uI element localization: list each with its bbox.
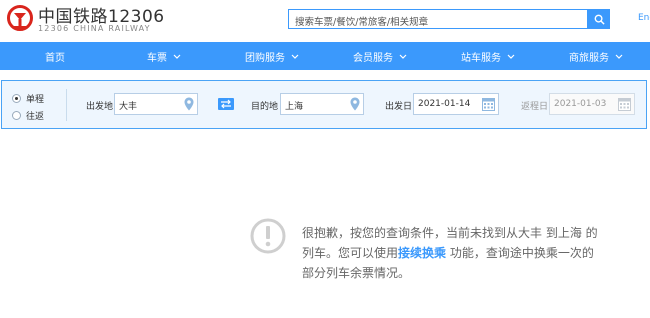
return-date-value: 2021-01-03	[554, 99, 607, 109]
depart-date-field[interactable]: 2021-01-14	[413, 93, 499, 115]
depart-date-value: 2021-01-14	[418, 99, 471, 109]
nav-item-member[interactable]: 会员服务	[326, 42, 434, 70]
radio-oneway[interactable]	[12, 93, 21, 103]
railway-logo-icon[interactable]	[6, 4, 34, 32]
to-label: 目的地	[251, 102, 279, 112]
brand-subtitle: 12306 CHINA RAILWAY	[38, 24, 151, 33]
radio-roundtrip[interactable]	[12, 110, 21, 120]
nav-label: 首页	[45, 52, 65, 64]
to-station-value: 上海	[285, 102, 304, 112]
return-date-field[interactable]: 2021-01-03	[549, 93, 635, 115]
site-search-input[interactable]	[289, 13, 587, 32]
header: 中国铁路12306 12306 CHINA RAILWAY Eng	[0, 0, 650, 42]
transfer-link[interactable]: 接续换乘	[398, 246, 446, 260]
trip-type-label: 单程	[26, 94, 45, 105]
calendar-icon	[482, 98, 495, 111]
trip-type-roundtrip[interactable]: 往返	[12, 108, 44, 122]
chevron-down-icon	[173, 54, 181, 59]
nav-label: 商旅服务	[569, 52, 609, 64]
trip-type-oneway[interactable]: 单程	[12, 91, 44, 105]
no-result-message: 很抱歉，按您的查询条件，当前未找到从大丰 到上海 的 列车。您可以使用接续换乘 …	[302, 223, 612, 283]
nav-label: 站车服务	[461, 52, 501, 64]
message-text: 列车。您可以使用	[302, 246, 399, 260]
message-line: 部分列车余票情况。	[302, 266, 411, 280]
chevron-down-icon	[507, 54, 515, 59]
page: 中国铁路12306 12306 CHINA RAILWAY Eng 首页 车票 …	[0, 0, 650, 318]
nav-item-tickets[interactable]: 车票	[110, 42, 218, 70]
to-station-field[interactable]: 上海	[280, 93, 364, 115]
return-date-label: 返程日	[521, 102, 549, 112]
divider	[66, 89, 67, 121]
from-station-value: 大丰	[119, 102, 138, 112]
nav-label: 会员服务	[353, 52, 393, 64]
search-button[interactable]	[588, 9, 610, 29]
warning-icon	[250, 218, 286, 254]
message-line: 很抱歉，按您的查询条件，当前未找到从大丰 到上海 的	[302, 226, 598, 240]
trip-type-group: 单程 往返	[12, 91, 44, 125]
calendar-icon	[618, 98, 631, 111]
message-text: 功能，查询途中换乘一次的	[446, 246, 594, 260]
depart-date-label: 出发日	[385, 102, 413, 112]
nav-label: 车票	[147, 52, 167, 64]
language-link[interactable]: Eng	[638, 13, 650, 23]
nav-item-home[interactable]: 首页	[0, 42, 110, 70]
from-label: 出发地	[86, 102, 114, 112]
nav-item-station[interactable]: 站车服务	[434, 42, 542, 70]
chevron-down-icon	[399, 54, 407, 59]
ticket-query-panel: 单程 往返 出发地 大丰 目的地 上海 出发日 2021-01-14 返程日 2…	[1, 80, 647, 129]
main-nav: 首页 车票 团购服务 会员服务 站车服务 商旅服务	[0, 42, 650, 70]
location-pin-icon	[350, 97, 360, 111]
site-search	[288, 9, 588, 32]
nav-item-group[interactable]: 团购服务	[218, 42, 326, 70]
swap-stations-icon[interactable]	[218, 98, 234, 110]
trip-type-label: 往返	[26, 111, 45, 122]
nav-label: 团购服务	[245, 52, 285, 64]
message-line: 列车。您可以使用接续换乘 功能，查询途中换乘一次的	[302, 243, 612, 263]
location-pin-icon	[184, 97, 194, 111]
chevron-down-icon	[291, 54, 299, 59]
nav-item-business[interactable]: 商旅服务	[542, 42, 650, 70]
from-station-field[interactable]: 大丰	[114, 93, 198, 115]
chevron-down-icon	[615, 54, 623, 59]
search-icon	[594, 14, 605, 25]
